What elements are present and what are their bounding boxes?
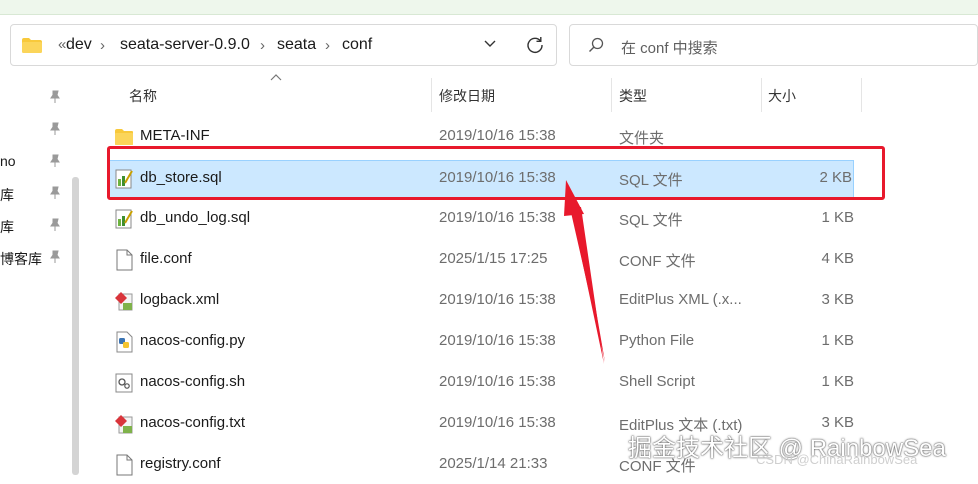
column-divider[interactable] xyxy=(611,78,612,112)
address-bar[interactable]: « dev › seata-server-0.9.0 › seata › con… xyxy=(10,24,557,66)
file-name: db_undo_log.sql xyxy=(140,209,251,226)
file-type: SQL 文件 xyxy=(619,172,683,189)
window-top-strip xyxy=(0,0,978,15)
watermark-sub: CSDN @ChinaRainbowSea xyxy=(756,452,918,467)
editplus-file-icon xyxy=(115,292,133,311)
breadcrumb-dev[interactable]: dev xyxy=(66,36,92,54)
blank-file-icon xyxy=(116,249,133,271)
file-name: nacos-config.txt xyxy=(140,414,246,431)
column-header-type[interactable]: 类型 xyxy=(619,86,647,106)
sql-file-icon xyxy=(115,209,133,229)
column-header-name[interactable]: 名称 xyxy=(129,86,157,106)
folder-icon xyxy=(115,129,133,145)
file-size: 4 KB xyxy=(821,250,854,267)
file-size: 3 KB xyxy=(821,291,854,308)
file-row[interactable]: file.conf 2025/1/15 17:25 CONF 文件 4 KB xyxy=(108,241,854,279)
file-date: 2019/10/16 15:38 xyxy=(439,291,556,308)
file-date: 2025/1/14 21:33 xyxy=(439,455,548,472)
file-type: CONF 文件 xyxy=(619,253,696,270)
pin-icon[interactable] xyxy=(48,218,62,232)
file-row[interactable]: nacos-config.sh 2019/10/16 15:38 Shell S… xyxy=(108,364,854,402)
file-name: registry.conf xyxy=(140,455,221,472)
column-header-size[interactable]: 大小 xyxy=(768,86,796,106)
file-row[interactable]: META-INF 2019/10/16 15:38 文件夹 xyxy=(108,118,854,156)
breadcrumb-seata-server[interactable]: seata-server-0.9.0 xyxy=(120,36,250,54)
pin-icon[interactable] xyxy=(48,250,62,264)
breadcrumb-separator-icon[interactable]: › xyxy=(100,37,105,54)
pin-icon[interactable] xyxy=(48,90,62,104)
file-name: file.conf xyxy=(140,250,192,267)
file-type: Shell Script xyxy=(619,373,695,390)
nav-item-label[interactable]: no xyxy=(0,153,16,169)
file-name: nacos-config.py xyxy=(140,332,246,349)
file-type: EditPlus XML (.x... xyxy=(619,291,742,308)
file-size: 1 KB xyxy=(821,373,854,390)
pin-icon[interactable] xyxy=(48,186,62,200)
file-name: logback.xml xyxy=(140,291,220,308)
column-divider[interactable] xyxy=(861,78,862,112)
pin-icon[interactable] xyxy=(48,122,62,136)
file-row[interactable]: db_undo_log.sql 2019/10/16 15:38 SQL 文件 … xyxy=(108,200,854,238)
sql-file-icon xyxy=(115,169,133,189)
file-type: 文件夹 xyxy=(619,130,665,147)
search-box[interactable]: 在 conf 中搜索 xyxy=(569,24,978,66)
breadcrumb-seata[interactable]: seata xyxy=(277,36,316,54)
editplus-file-icon xyxy=(115,415,133,434)
file-date: 2019/10/16 15:38 xyxy=(439,414,556,431)
nav-scrollbar[interactable] xyxy=(72,177,79,475)
blank-file-icon xyxy=(116,454,133,476)
file-row[interactable]: logback.xml 2019/10/16 15:38 EditPlus XM… xyxy=(108,282,854,320)
file-date: 2019/10/16 15:38 xyxy=(439,209,556,226)
file-row-selected[interactable]: db_store.sql 2019/10/16 15:38 SQL 文件 2 K… xyxy=(108,160,854,198)
file-date: 2025/1/15 17:25 xyxy=(439,250,548,267)
column-divider[interactable] xyxy=(761,78,762,112)
file-size: 2 KB xyxy=(819,169,852,186)
nav-item-label[interactable]: 库 xyxy=(0,217,14,237)
file-name: db_store.sql xyxy=(140,169,222,186)
pin-icon[interactable] xyxy=(48,154,62,168)
file-name: META-INF xyxy=(140,127,210,144)
search-icon xyxy=(589,37,604,52)
file-date: 2019/10/16 15:38 xyxy=(439,127,556,144)
python-file-icon xyxy=(116,331,133,353)
column-divider[interactable] xyxy=(431,78,432,112)
file-type: SQL 文件 xyxy=(619,212,683,229)
breadcrumb-conf[interactable]: conf xyxy=(342,36,372,54)
file-date: 2019/10/16 15:38 xyxy=(439,373,556,390)
file-date: 2019/10/16 15:38 xyxy=(439,332,556,349)
nav-item-label[interactable]: 博客库 xyxy=(0,249,42,269)
file-type: Python File xyxy=(619,332,695,349)
breadcrumb-separator-icon[interactable]: › xyxy=(260,37,265,54)
refresh-icon[interactable] xyxy=(525,35,545,55)
file-row[interactable]: nacos-config.py 2019/10/16 15:38 Python … xyxy=(108,323,854,361)
file-size: 1 KB xyxy=(821,209,854,226)
column-header-date[interactable]: 修改日期 xyxy=(439,86,495,106)
breadcrumb-separator-icon[interactable]: › xyxy=(325,37,330,54)
file-size: 1 KB xyxy=(821,332,854,349)
file-date: 2019/10/16 15:38 xyxy=(439,169,556,186)
chevron-down-icon[interactable] xyxy=(482,36,498,52)
nav-item-label[interactable]: 库 xyxy=(0,185,14,205)
shell-file-icon xyxy=(115,373,133,393)
search-placeholder: 在 conf 中搜索 xyxy=(621,40,718,57)
folder-icon xyxy=(22,38,42,53)
sort-ascending-icon xyxy=(270,74,282,81)
file-name: nacos-config.sh xyxy=(140,373,246,390)
